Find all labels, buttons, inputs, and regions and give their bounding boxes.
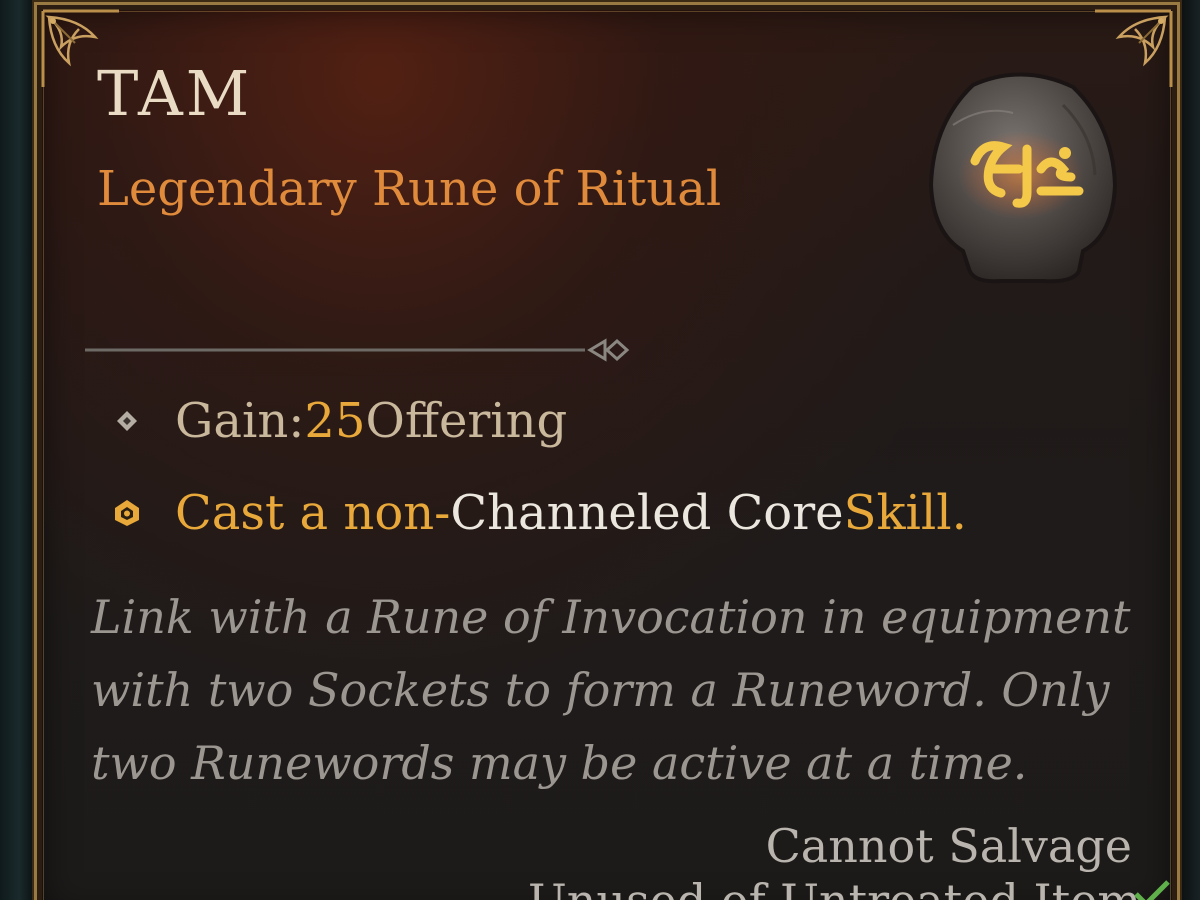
condition-bullet-icon — [107, 493, 147, 533]
cutoff-text: Unused of Untreated Item — [528, 878, 1141, 900]
affix-gain: Gain: 25 Offering — [107, 397, 567, 445]
condition-prefix: Cast a non- — [175, 485, 451, 541]
item-name: TAM — [97, 57, 253, 130]
affix-label: Gain: — [175, 393, 305, 449]
background-panel-right — [1182, 0, 1200, 900]
item-tooltip: TAM Legendary Rune of Ritual Gain: 25 Of… — [32, 0, 1182, 900]
condition-highlight: Channeled Core — [450, 485, 844, 541]
item-description: Link with a Rune of Invocation in equipm… — [91, 590, 1131, 790]
background-panel-left — [0, 0, 32, 900]
rune-stone-icon — [928, 72, 1118, 284]
check-icon — [1134, 880, 1170, 900]
affix-value: 25 — [304, 393, 366, 449]
section-divider — [85, 338, 630, 362]
affix-condition: Cast a non- Channeled Core Skill. — [107, 489, 967, 537]
condition-suffix: Skill. — [843, 485, 967, 541]
salvage-status: Cannot Salvage — [765, 819, 1132, 873]
item-rarity-type: Legendary Rune of Ritual — [97, 161, 722, 217]
affix-suffix: Offering — [365, 393, 568, 449]
diamond-bullet-icon — [107, 401, 147, 441]
